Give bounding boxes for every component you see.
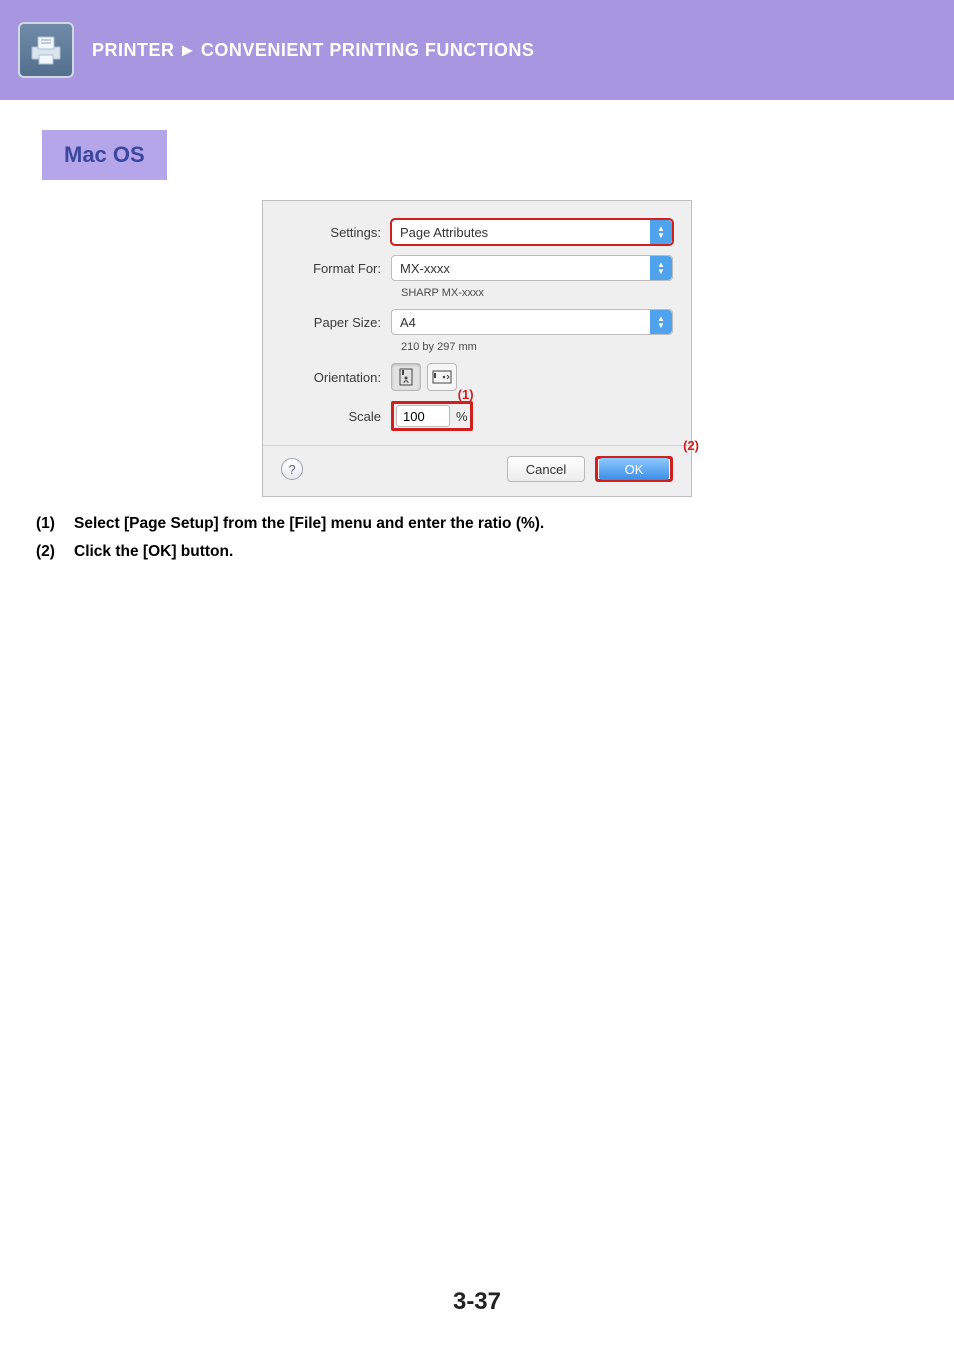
step-2-number: (2)	[36, 543, 64, 561]
instruction-step-1: (1) Select [Page Setup] from the [File] …	[36, 515, 918, 533]
formatfor-label: Format For:	[281, 261, 391, 276]
settings-row: Settings: Page Attributes ▲▼	[281, 219, 673, 245]
callout-1: (1)	[458, 387, 474, 402]
formatfor-select[interactable]: MX-xxxx ▲▼	[391, 255, 673, 281]
breadcrumb-arrow: ►	[179, 40, 197, 60]
papersize-subtext: 210 by 297 mm	[401, 341, 673, 353]
orientation-row: Orientation:	[281, 363, 673, 391]
orientation-portrait-button[interactable]	[391, 363, 421, 391]
page-number: 3-37	[0, 1288, 954, 1316]
step-1-text: Select [Page Setup] from the [File] menu…	[74, 515, 544, 533]
page-header: PRINTER►CONVENIENT PRINTING FUNCTIONS	[0, 0, 954, 100]
ok-button-highlight[interactable]: OK	[595, 456, 673, 482]
orientation-group	[391, 363, 457, 391]
papersize-select[interactable]: A4 ▲▼	[391, 309, 673, 335]
settings-value: Page Attributes	[400, 225, 488, 240]
ok-button[interactable]: OK	[599, 458, 669, 480]
section-title: Mac OS	[42, 130, 167, 180]
stepper-icon: ▲▼	[650, 310, 672, 334]
orientation-landscape-button[interactable]	[427, 363, 457, 391]
settings-select[interactable]: Page Attributes ▲▼	[391, 219, 673, 245]
stepper-icon: ▲▼	[650, 220, 672, 244]
instruction-step-2: (2) Click the [OK] button.	[36, 543, 918, 561]
scale-row: Scale (1) %	[281, 401, 673, 431]
cancel-button[interactable]: Cancel	[507, 456, 585, 482]
landscape-icon	[432, 369, 452, 385]
dialog-container: Settings: Page Attributes ▲▼ Format For:…	[0, 200, 954, 497]
dialog-divider	[263, 445, 691, 446]
printer-icon	[18, 22, 74, 78]
formatfor-value: MX-xxxx	[400, 261, 450, 276]
breadcrumb: PRINTER►CONVENIENT PRINTING FUNCTIONS	[92, 40, 534, 61]
formatfor-row: Format For: MX-xxxx ▲▼	[281, 255, 673, 281]
ok-label: OK	[625, 462, 644, 477]
instructions: (1) Select [Page Setup] from the [File] …	[36, 515, 918, 561]
breadcrumb-section: PRINTER	[92, 40, 175, 60]
page-setup-dialog: Settings: Page Attributes ▲▼ Format For:…	[262, 200, 692, 497]
scale-input[interactable]	[396, 405, 450, 427]
step-2-text: Click the [OK] button.	[74, 543, 233, 561]
step-1-number: (1)	[36, 515, 64, 533]
stepper-icon: ▲▼	[650, 256, 672, 280]
cancel-label: Cancel	[526, 462, 566, 477]
dialog-footer: ? (2) Cancel OK	[281, 456, 673, 482]
settings-label: Settings:	[281, 225, 391, 240]
breadcrumb-title: CONVENIENT PRINTING FUNCTIONS	[201, 40, 535, 60]
formatfor-subtext: SHARP MX-xxxx	[401, 287, 673, 299]
papersize-row: Paper Size: A4 ▲▼	[281, 309, 673, 335]
scale-unit: %	[456, 409, 468, 424]
button-group: (2) Cancel OK	[507, 456, 673, 482]
papersize-value: A4	[400, 315, 416, 330]
portrait-icon	[398, 368, 414, 386]
orientation-label: Orientation:	[281, 370, 391, 385]
help-button[interactable]: ?	[281, 458, 303, 480]
callout-2: (2)	[683, 438, 699, 453]
papersize-label: Paper Size:	[281, 315, 391, 330]
scale-highlight: (1) %	[391, 401, 473, 431]
scale-label: Scale	[281, 409, 391, 424]
